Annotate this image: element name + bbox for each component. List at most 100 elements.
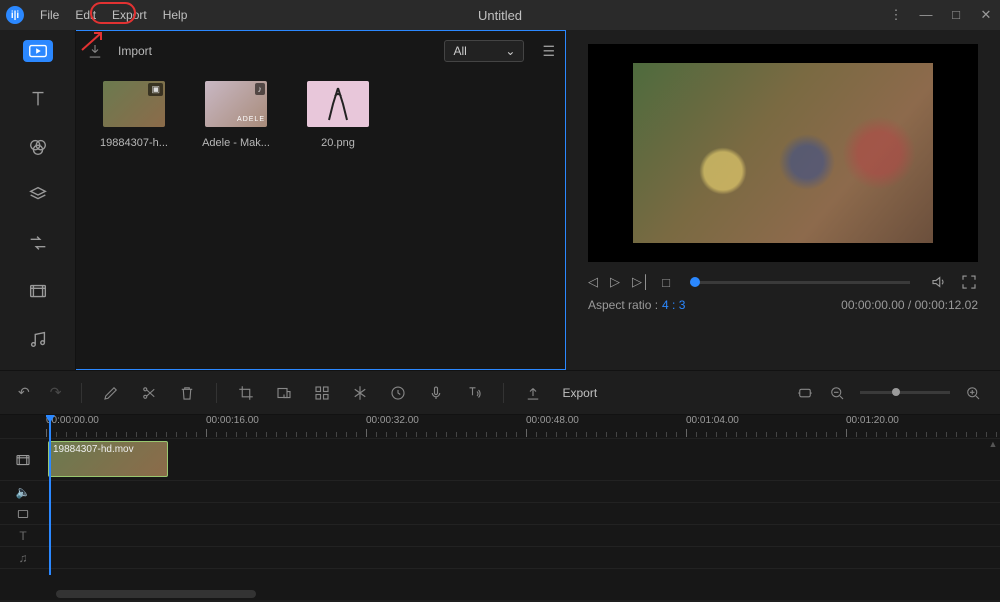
- voiceover-tool-icon[interactable]: [427, 384, 445, 402]
- ruler-mark: 00:00:32.00: [366, 415, 419, 426]
- view-list-icon[interactable]: ☰: [542, 43, 555, 60]
- time-ruler[interactable]: 00:00:00.0000:00:16.0000:00:32.0000:00:4…: [46, 415, 1000, 439]
- media-filter-value: All: [453, 44, 466, 58]
- media-thumb: ▣: [103, 81, 165, 127]
- timeline: 🔈 T ♫ 00:00:00.0000:00:16.0000:00:32.000…: [0, 414, 1000, 600]
- timeline-clip[interactable]: 19884307-hd.mov: [48, 441, 168, 477]
- track-header-pip[interactable]: [0, 503, 46, 525]
- maximize-button[interactable]: □: [948, 7, 964, 23]
- media-item-label: 20.png: [302, 137, 374, 149]
- track-header-column: 🔈 T ♫: [0, 415, 46, 600]
- prev-frame-button[interactable]: ◁: [588, 274, 598, 290]
- track-header-video[interactable]: [0, 439, 46, 481]
- ruler-corner: [0, 415, 46, 439]
- side-tab-audio[interactable]: [27, 328, 49, 350]
- playhead[interactable]: [49, 415, 51, 575]
- undo-button[interactable]: ↶: [18, 384, 30, 401]
- export-button-icon[interactable]: [524, 384, 542, 402]
- window-title: Untitled: [478, 8, 522, 23]
- side-tab-text[interactable]: [27, 88, 49, 110]
- video-track[interactable]: 19884307-hd.mov: [46, 439, 1000, 481]
- track-header-text[interactable]: T: [0, 525, 46, 547]
- split-tool-icon[interactable]: [140, 384, 158, 402]
- next-frame-button[interactable]: ▷│: [632, 274, 650, 290]
- menu-file[interactable]: File: [32, 5, 67, 25]
- app-logo-icon: i|i: [6, 6, 24, 24]
- media-item[interactable]: 20.png: [302, 81, 374, 149]
- seek-handle[interactable]: [690, 277, 700, 287]
- scroll-up-icon[interactable]: ▲: [988, 439, 998, 449]
- chevron-down-icon: ⌄: [505, 44, 515, 58]
- music-badge-icon: ♪: [255, 83, 266, 95]
- music-track[interactable]: [46, 547, 1000, 569]
- track-header-audio-linked[interactable]: 🔈: [0, 481, 46, 503]
- preview-viewport[interactable]: [588, 44, 978, 262]
- ruler-mark: 00:01:20.00: [846, 415, 899, 426]
- stop-button[interactable]: □: [662, 275, 670, 290]
- ruler-mark: 00:01:04.00: [686, 415, 739, 426]
- playback-controls: ◁ ▷ ▷│ □: [588, 262, 978, 292]
- audio-linked-track[interactable]: [46, 481, 1000, 503]
- freeze-tool-icon[interactable]: [351, 384, 369, 402]
- track-header-music[interactable]: ♫: [0, 547, 46, 569]
- side-tab-bar: [0, 30, 76, 370]
- media-thumb: [307, 81, 369, 127]
- delete-button[interactable]: [178, 384, 196, 402]
- import-button[interactable]: Import: [118, 44, 152, 58]
- edit-tool-icon[interactable]: [102, 384, 120, 402]
- ruler-mark: 00:00:16.00: [206, 415, 259, 426]
- side-tab-media[interactable]: [23, 40, 53, 62]
- aspect-ratio-label: Aspect ratio :: [588, 298, 658, 312]
- timeline-scrollbar[interactable]: [56, 590, 256, 598]
- preview-frame-image: [633, 63, 933, 243]
- media-item-label: 19884307-h...: [98, 137, 170, 149]
- menu-export[interactable]: Export: [104, 5, 155, 25]
- crop-tool-icon[interactable]: [237, 384, 255, 402]
- ruler-mark: 00:00:48.00: [526, 415, 579, 426]
- timeline-zoom-group: [796, 384, 982, 402]
- side-tab-element[interactable]: [27, 280, 49, 302]
- video-badge-icon: ▣: [148, 83, 163, 96]
- minimize-button[interactable]: —: [918, 7, 934, 23]
- zoom-fit-button[interactable]: [796, 384, 814, 402]
- duration-tool-icon[interactable]: [389, 384, 407, 402]
- main-area: Import All ⌄ ☰ ▣ 19884307-h... ♪ADELE Ad…: [0, 30, 1000, 370]
- aspect-ratio-value[interactable]: 4 : 3: [662, 298, 685, 312]
- side-tab-transition[interactable]: [27, 232, 49, 254]
- timecode-readout: 00:00:00.00 / 00:00:12.02: [841, 298, 978, 312]
- media-item[interactable]: ▣ 19884307-h...: [98, 81, 170, 149]
- toolbar-divider: [216, 383, 217, 403]
- titlebar: i|i File Edit Export Help Untitled ⋮ — □…: [0, 0, 1000, 30]
- seek-bar[interactable]: [690, 281, 910, 284]
- play-button[interactable]: ▷: [610, 274, 620, 290]
- media-grid: ▣ 19884307-h... ♪ADELE Adele - Mak... 20…: [76, 71, 565, 159]
- media-thumb: ♪ADELE: [205, 81, 267, 127]
- mosaic-tool-icon[interactable]: [313, 384, 331, 402]
- fullscreen-icon[interactable]: [960, 273, 978, 291]
- volume-icon[interactable]: [930, 273, 948, 291]
- export-button[interactable]: Export: [562, 386, 597, 400]
- side-tab-overlay[interactable]: [27, 184, 49, 206]
- media-filter-select[interactable]: All ⌄: [444, 40, 524, 62]
- menu-edit[interactable]: Edit: [67, 5, 104, 25]
- close-button[interactable]: ✕: [978, 7, 994, 23]
- toolbar-divider: [81, 383, 82, 403]
- text-to-speech-icon[interactable]: [465, 384, 483, 402]
- preview-panel: ◁ ▷ ▷│ □ Aspect ratio : 4 : 3 00:00:00.0…: [566, 30, 1000, 370]
- pip-track[interactable]: [46, 503, 1000, 525]
- import-icon[interactable]: [86, 42, 104, 60]
- settings-icon[interactable]: ⋮: [888, 7, 904, 23]
- zoom-out-button[interactable]: [828, 384, 846, 402]
- zoom-slider[interactable]: [860, 391, 950, 394]
- menu-help[interactable]: Help: [155, 5, 196, 25]
- timeline-body[interactable]: 00:00:00.0000:00:16.0000:00:32.0000:00:4…: [46, 415, 1000, 600]
- toolbar-divider: [503, 383, 504, 403]
- zoom-tool-icon[interactable]: [275, 384, 293, 402]
- zoom-in-button[interactable]: [964, 384, 982, 402]
- media-item-label: Adele - Mak...: [200, 137, 272, 149]
- text-track[interactable]: [46, 525, 1000, 547]
- redo-button[interactable]: ↷: [50, 384, 62, 401]
- media-panel: Import All ⌄ ☰ ▣ 19884307-h... ♪ADELE Ad…: [76, 30, 566, 370]
- media-item[interactable]: ♪ADELE Adele - Mak...: [200, 81, 272, 149]
- side-tab-filter[interactable]: [27, 136, 49, 158]
